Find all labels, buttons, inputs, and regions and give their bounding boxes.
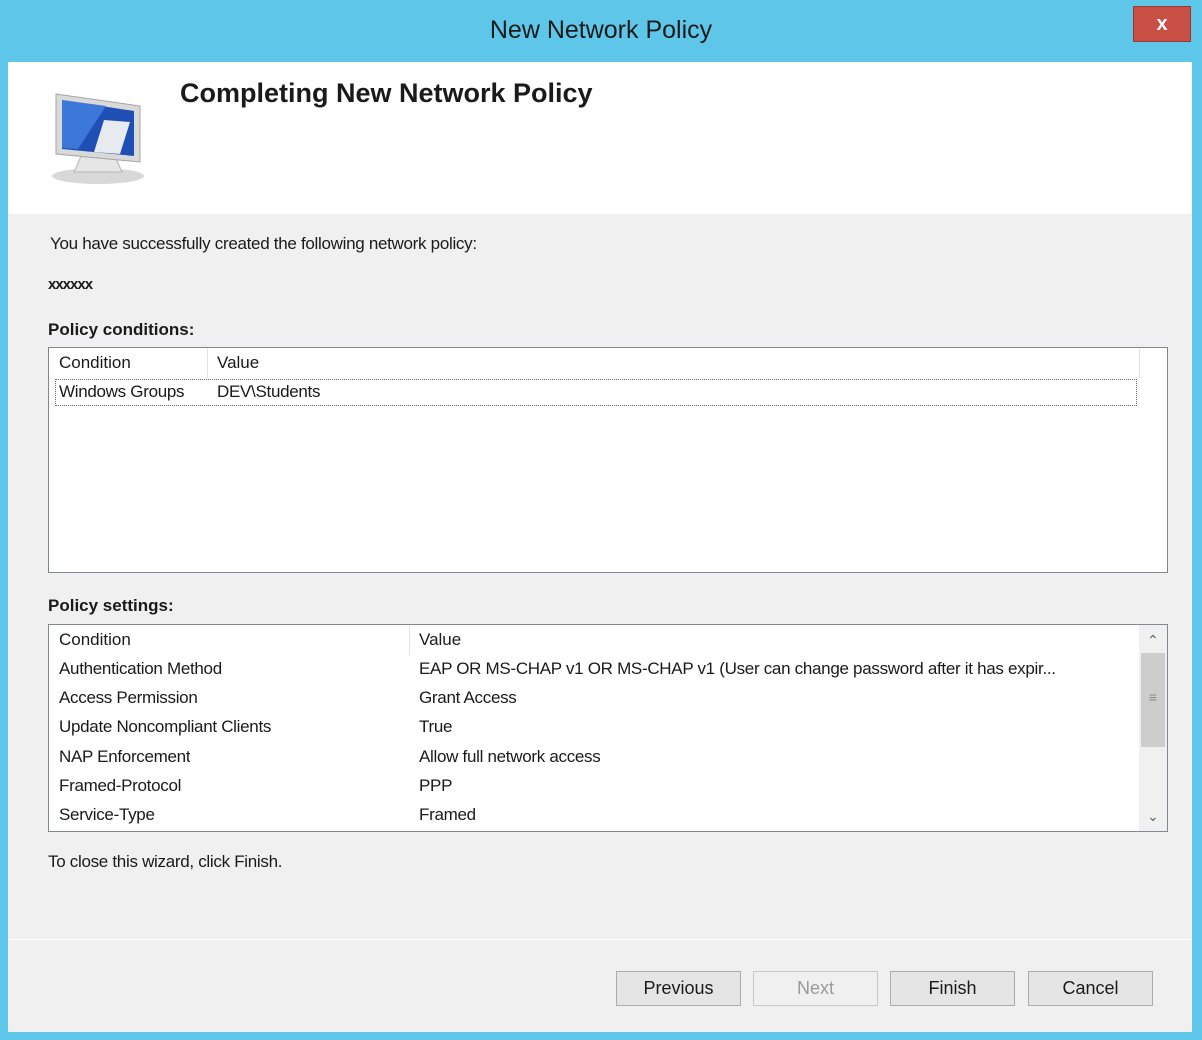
vertical-scrollbar[interactable]: ⌃ ≡ ⌄ xyxy=(1139,625,1167,831)
policy-settings-label: Policy settings: xyxy=(48,596,174,615)
condition-cell: Service-Type xyxy=(59,805,155,824)
value-cell: Grant Access xyxy=(419,688,517,707)
condition-cell: Framed-Protocol xyxy=(59,776,182,795)
intro-text: You have successfully created the follow… xyxy=(50,234,477,253)
column-header-condition[interactable]: Condition xyxy=(49,348,207,378)
value-cell: PPP xyxy=(419,776,453,795)
cancel-button[interactable]: Cancel xyxy=(1028,971,1153,1006)
column-header-condition[interactable]: Condition xyxy=(49,625,409,655)
policy-name: xxxxxx xyxy=(48,276,93,293)
condition-cell: Windows Groups xyxy=(59,382,185,401)
close-button[interactable]: x xyxy=(1133,6,1191,42)
column-header-value[interactable]: Value xyxy=(409,625,1139,655)
policy-conditions-list[interactable]: Condition Value Windows Groups DEV\Stude… xyxy=(48,347,1168,573)
condition-cell: Access Permission xyxy=(59,688,198,707)
policy-conditions-label: Policy conditions: xyxy=(48,320,195,339)
column-header-value[interactable]: Value xyxy=(207,348,1139,378)
condition-cell: NAP Enforcement xyxy=(59,747,191,766)
next-button[interactable]: Next xyxy=(753,971,878,1006)
value-cell: Framed xyxy=(419,805,476,824)
chevron-down-icon[interactable]: ⌄ xyxy=(1139,803,1167,829)
value-cell: EAP OR MS-CHAP v1 OR MS-CHAP v1 (User ca… xyxy=(419,659,1056,678)
policy-settings-list[interactable]: Condition Value Authentication Method EA… xyxy=(48,624,1168,832)
dialog-window: New Network Policy x Completing New Netw… xyxy=(0,0,1202,1040)
wizard-page-title: Completing New Network Policy xyxy=(180,78,593,108)
condition-cell: Update Noncompliant Clients xyxy=(59,717,272,736)
title-bar[interactable]: New Network Policy x xyxy=(0,0,1202,62)
condition-cell: Authentication Method xyxy=(59,659,222,678)
grip-icon: ≡ xyxy=(1148,689,1158,705)
previous-button[interactable]: Previous xyxy=(616,971,741,1006)
chevron-up-icon[interactable]: ⌃ xyxy=(1139,627,1167,653)
footer-note: To close this wizard, click Finish. xyxy=(48,852,283,871)
value-cell: True xyxy=(419,717,453,736)
finish-button[interactable]: Finish xyxy=(890,971,1015,1006)
dialog-client-area: Completing New Network Policy You have s… xyxy=(8,62,1192,1032)
value-cell: Allow full network access xyxy=(419,747,601,766)
column-divider[interactable] xyxy=(1139,348,1140,378)
wizard-header: Completing New Network Policy xyxy=(8,62,1192,214)
divider xyxy=(8,939,1192,940)
value-cell: DEV\Students xyxy=(217,382,321,401)
window-title: New Network Policy xyxy=(489,16,713,44)
computer-monitor-icon xyxy=(52,93,144,184)
